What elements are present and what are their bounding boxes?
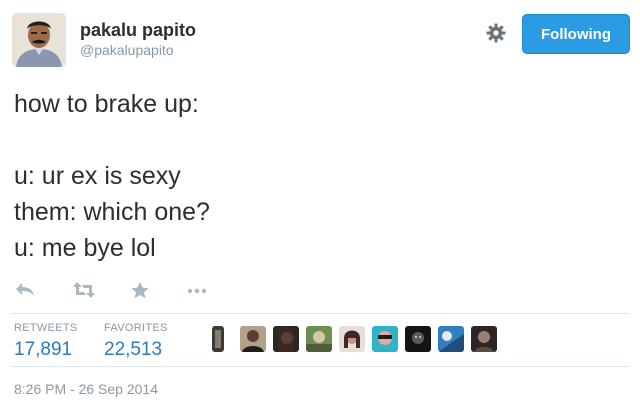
favorites-label: FAVORITES bbox=[104, 322, 168, 334]
avatar[interactable] bbox=[339, 326, 365, 352]
avatar[interactable] bbox=[240, 326, 266, 352]
retweets-label: RETWEETS bbox=[14, 322, 78, 334]
retweets-stat[interactable]: RETWEETS 17,891 bbox=[14, 322, 78, 362]
avatar[interactable] bbox=[372, 326, 398, 352]
favorites-count: 22,513 bbox=[104, 339, 163, 360]
avatar[interactable] bbox=[273, 326, 299, 352]
avatar[interactable] bbox=[212, 326, 224, 352]
divider bbox=[10, 313, 630, 314]
tweet-text: how to brake up: u: ur ex is sexy them: … bbox=[14, 86, 624, 266]
avatar[interactable] bbox=[471, 326, 497, 352]
divider bbox=[10, 366, 630, 367]
user-names: pakalu papito @pakalupapito bbox=[80, 19, 196, 59]
avatar[interactable] bbox=[405, 326, 431, 352]
retweet-icon[interactable] bbox=[72, 281, 96, 301]
user-handle[interactable]: @pakalupapito bbox=[80, 41, 196, 59]
tweet-line: u: ur ex is sexy bbox=[14, 162, 181, 190]
reply-icon[interactable] bbox=[14, 281, 38, 301]
retweets-count: 17,891 bbox=[14, 339, 73, 360]
tweet-line: how to brake up: bbox=[14, 90, 199, 118]
more-icon[interactable] bbox=[186, 281, 210, 301]
tweet-card: pakalu papito @pakalupapito Following ho… bbox=[0, 0, 640, 410]
avatar[interactable] bbox=[306, 326, 332, 352]
tweet-header: pakalu papito @pakalupapito Following bbox=[12, 13, 630, 69]
star-icon[interactable] bbox=[130, 281, 154, 301]
tweet-line: them: which one? bbox=[14, 198, 210, 226]
avatar-image bbox=[12, 13, 66, 67]
avatar[interactable] bbox=[438, 326, 464, 352]
favorites-stat[interactable]: FAVORITES 22,513 bbox=[104, 322, 168, 362]
display-name[interactable]: pakalu papito bbox=[80, 19, 196, 41]
tweet-timestamp[interactable]: 8:26 PM - 26 Sep 2014 bbox=[14, 381, 158, 397]
avatar[interactable] bbox=[12, 13, 66, 67]
following-button[interactable]: Following bbox=[522, 14, 630, 54]
tweet-line: u: me bye lol bbox=[14, 234, 156, 262]
gear-icon[interactable] bbox=[486, 23, 506, 43]
